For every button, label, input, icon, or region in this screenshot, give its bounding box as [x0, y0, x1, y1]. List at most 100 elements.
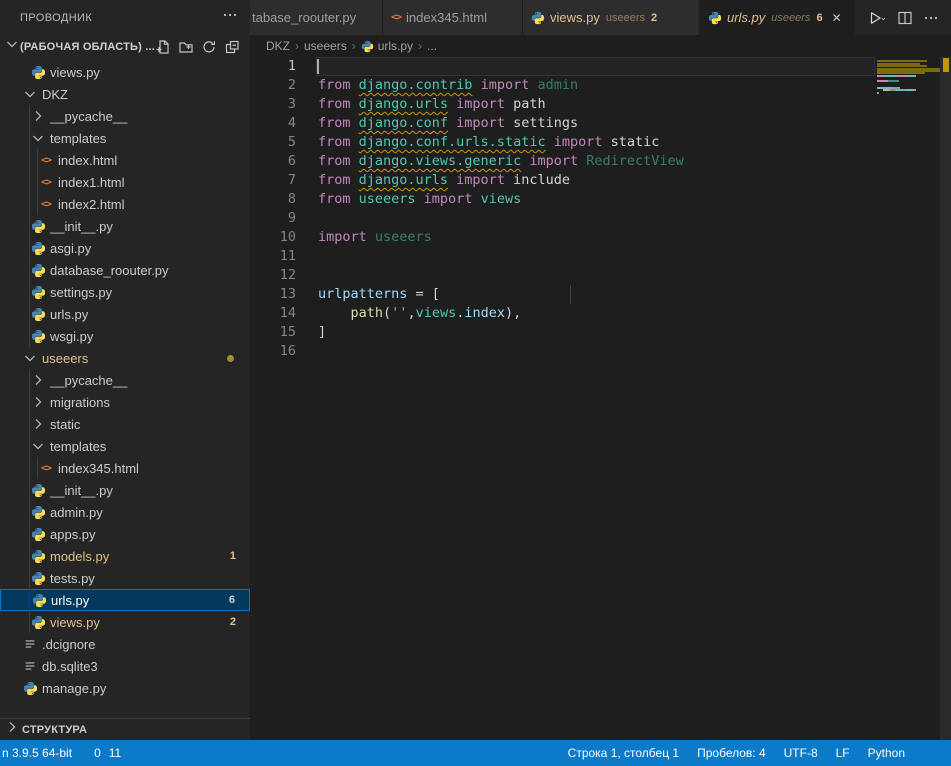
- new-folder-icon[interactable]: [178, 39, 194, 55]
- tab-index345.html[interactable]: <>index345.html: [383, 0, 523, 35]
- breadcrumb-item-DKZ[interactable]: DKZ: [266, 39, 290, 53]
- code-line-9[interactable]: 9: [250, 209, 877, 228]
- line-number: 8: [250, 190, 296, 209]
- workspace-section-header[interactable]: (РАБОЧАЯ ОБЛАСТЬ) ...: [0, 35, 250, 58]
- tree-item-urls.py[interactable]: urls.py6: [0, 589, 250, 611]
- code-editor[interactable]: 12from django.contrib import admin3from …: [250, 57, 951, 740]
- python-icon: [22, 680, 38, 696]
- tree-item-tests.py[interactable]: tests.py: [0, 567, 250, 589]
- code-line-6[interactable]: 6from django.views.generic import Redire…: [250, 152, 877, 171]
- tree-item-admin.py[interactable]: admin.py: [0, 501, 250, 523]
- code-line-13[interactable]: 13urlpatterns = [: [250, 285, 877, 304]
- line-number: 3: [250, 95, 296, 114]
- code-line-8[interactable]: 8from useeers import views: [250, 190, 877, 209]
- python-icon: [30, 240, 46, 256]
- code-line-15[interactable]: 15]: [250, 323, 877, 342]
- tree-item-asgi.py[interactable]: asgi.py: [0, 237, 250, 259]
- tree-item-DKZ[interactable]: DKZ: [0, 83, 250, 105]
- breadcrumb-item-useeers[interactable]: useeers: [304, 39, 347, 53]
- cursor-position-status[interactable]: Строка 1, столбец 1: [568, 746, 679, 760]
- tree-item-__init__.py[interactable]: __init__.py: [0, 479, 250, 501]
- python-version-status[interactable]: n 3.9.5 64-bit: [2, 746, 72, 760]
- tree-item-wsgi.py[interactable]: wsgi.py: [0, 325, 250, 347]
- line-number: 5: [250, 133, 296, 152]
- collapse-all-icon[interactable]: [224, 39, 240, 55]
- tree-item-__pycache__[interactable]: __pycache__: [0, 105, 250, 127]
- close-icon[interactable]: ✕: [832, 11, 842, 25]
- tree-item-models.py[interactable]: models.py1: [0, 545, 250, 567]
- python-icon: [30, 64, 46, 80]
- tree-item-__pycache__[interactable]: __pycache__: [0, 369, 250, 391]
- tab-urls.py[interactable]: urls.pyuseeers6✕: [700, 0, 855, 35]
- indentation-status[interactable]: Пробелов: 4: [697, 746, 766, 760]
- tree-item-views.py[interactable]: views.py2: [0, 611, 250, 633]
- code-line-1[interactable]: 1: [250, 57, 877, 76]
- tree-item-db.sqlite3[interactable]: db.sqlite3: [0, 655, 250, 677]
- encoding-status[interactable]: UTF-8: [784, 746, 818, 760]
- explorer-title: ПРОВОДНИК: [20, 12, 92, 24]
- tree-item-settings.py[interactable]: settings.py: [0, 281, 250, 303]
- tree-item-__init__.py[interactable]: __init__.py: [0, 215, 250, 237]
- code-line-12[interactable]: 12: [250, 266, 877, 285]
- code-line-16[interactable]: 16: [250, 342, 877, 361]
- code-line-3[interactable]: 3from django.urls import path: [250, 95, 877, 114]
- tree-item-templates[interactable]: templates: [0, 435, 250, 457]
- eol-status[interactable]: LF: [836, 746, 850, 760]
- status-left: n 3.9.5 64-bit 0 11: [0, 746, 121, 760]
- code-line-14[interactable]: 14 path('',views.index),: [250, 304, 877, 323]
- chevron-down-icon[interactable]: ⌄: [879, 12, 887, 23]
- tree-item-database_roouter.py[interactable]: database_roouter.py: [0, 259, 250, 281]
- split-editor-icon[interactable]: [897, 10, 913, 26]
- breadcrumb-separator: ›: [418, 39, 422, 53]
- outline-section-header[interactable]: СТРУКТУРА: [0, 718, 250, 740]
- code-line-2[interactable]: 2from django.contrib import admin: [250, 76, 877, 95]
- breadcrumb-item-urls.py[interactable]: urls.py: [361, 39, 413, 53]
- explorer-sidebar: ПРОВОДНИК (РАБОЧАЯ ОБЛАСТЬ) ... views.py…: [0, 0, 250, 740]
- problem-badge: 2: [230, 616, 236, 628]
- status-right: Строка 1, столбец 1 Пробелов: 4 UTF-8 LF…: [568, 746, 951, 760]
- line-number: 4: [250, 114, 296, 133]
- python-icon: [30, 306, 46, 322]
- breadcrumb-item-...[interactable]: ...: [427, 39, 437, 53]
- python-icon: [30, 328, 46, 344]
- chevron-right-icon: [30, 108, 46, 124]
- tree-item-useeers[interactable]: useeers: [0, 347, 250, 369]
- editor-group: tabase_roouter.py<>index345.htmlviews.py…: [250, 0, 951, 740]
- html-icon: <>: [38, 152, 54, 168]
- code-line-4[interactable]: 4from django.conf import settings: [250, 114, 877, 133]
- file-list-icon: [22, 636, 38, 652]
- code-line-5[interactable]: 5from django.conf.urls.static import sta…: [250, 133, 877, 152]
- new-file-icon[interactable]: [155, 39, 171, 55]
- problem-badge: 1: [230, 550, 236, 562]
- run-icon[interactable]: ⌄: [867, 10, 887, 26]
- tree-item-apps.py[interactable]: apps.py: [0, 523, 250, 545]
- status-bar: n 3.9.5 64-bit 0 11 Строка 1, столбец 1 …: [0, 740, 951, 766]
- vscode-window: ПРОВОДНИК (РАБОЧАЯ ОБЛАСТЬ) ... views.py…: [0, 0, 951, 766]
- tree-item-manage.py[interactable]: manage.py: [0, 677, 250, 699]
- overview-ruler[interactable]: [940, 57, 951, 740]
- tree-item-.dcignore[interactable]: .dcignore: [0, 633, 250, 655]
- tree-item-urls.py[interactable]: urls.py: [0, 303, 250, 325]
- chevron-down-icon: [22, 86, 38, 102]
- code-line-7[interactable]: 7from django.urls import include: [250, 171, 877, 190]
- tree-item-templates[interactable]: templates: [0, 127, 250, 149]
- code-line-11[interactable]: 11: [250, 247, 877, 266]
- explorer-more-actions-icon[interactable]: [222, 7, 238, 28]
- tree-item-static[interactable]: static: [0, 413, 250, 435]
- code-line-10[interactable]: 10import useeers: [250, 228, 877, 247]
- code-content: 12from django.contrib import admin3from …: [250, 57, 877, 361]
- tab-tabase_roouter.py[interactable]: tabase_roouter.py: [250, 0, 383, 35]
- python-icon: [30, 614, 46, 630]
- refresh-icon[interactable]: [201, 39, 217, 55]
- tab-views.py[interactable]: views.pyuseeers2: [523, 0, 700, 35]
- file-tree: views.pyDKZ__pycache__templates<>index.h…: [0, 58, 250, 696]
- more-actions-icon[interactable]: [923, 10, 939, 26]
- tree-item-views.py[interactable]: views.py: [0, 61, 250, 83]
- minimap[interactable]: [877, 58, 940, 168]
- problem-badge: 6: [229, 594, 235, 606]
- tree-item-migrations[interactable]: migrations: [0, 391, 250, 413]
- minimap-line: [877, 89, 916, 91]
- tree-indent-guide: [29, 105, 30, 347]
- problems-status[interactable]: 0 11: [90, 746, 121, 760]
- language-status[interactable]: Python: [868, 746, 905, 760]
